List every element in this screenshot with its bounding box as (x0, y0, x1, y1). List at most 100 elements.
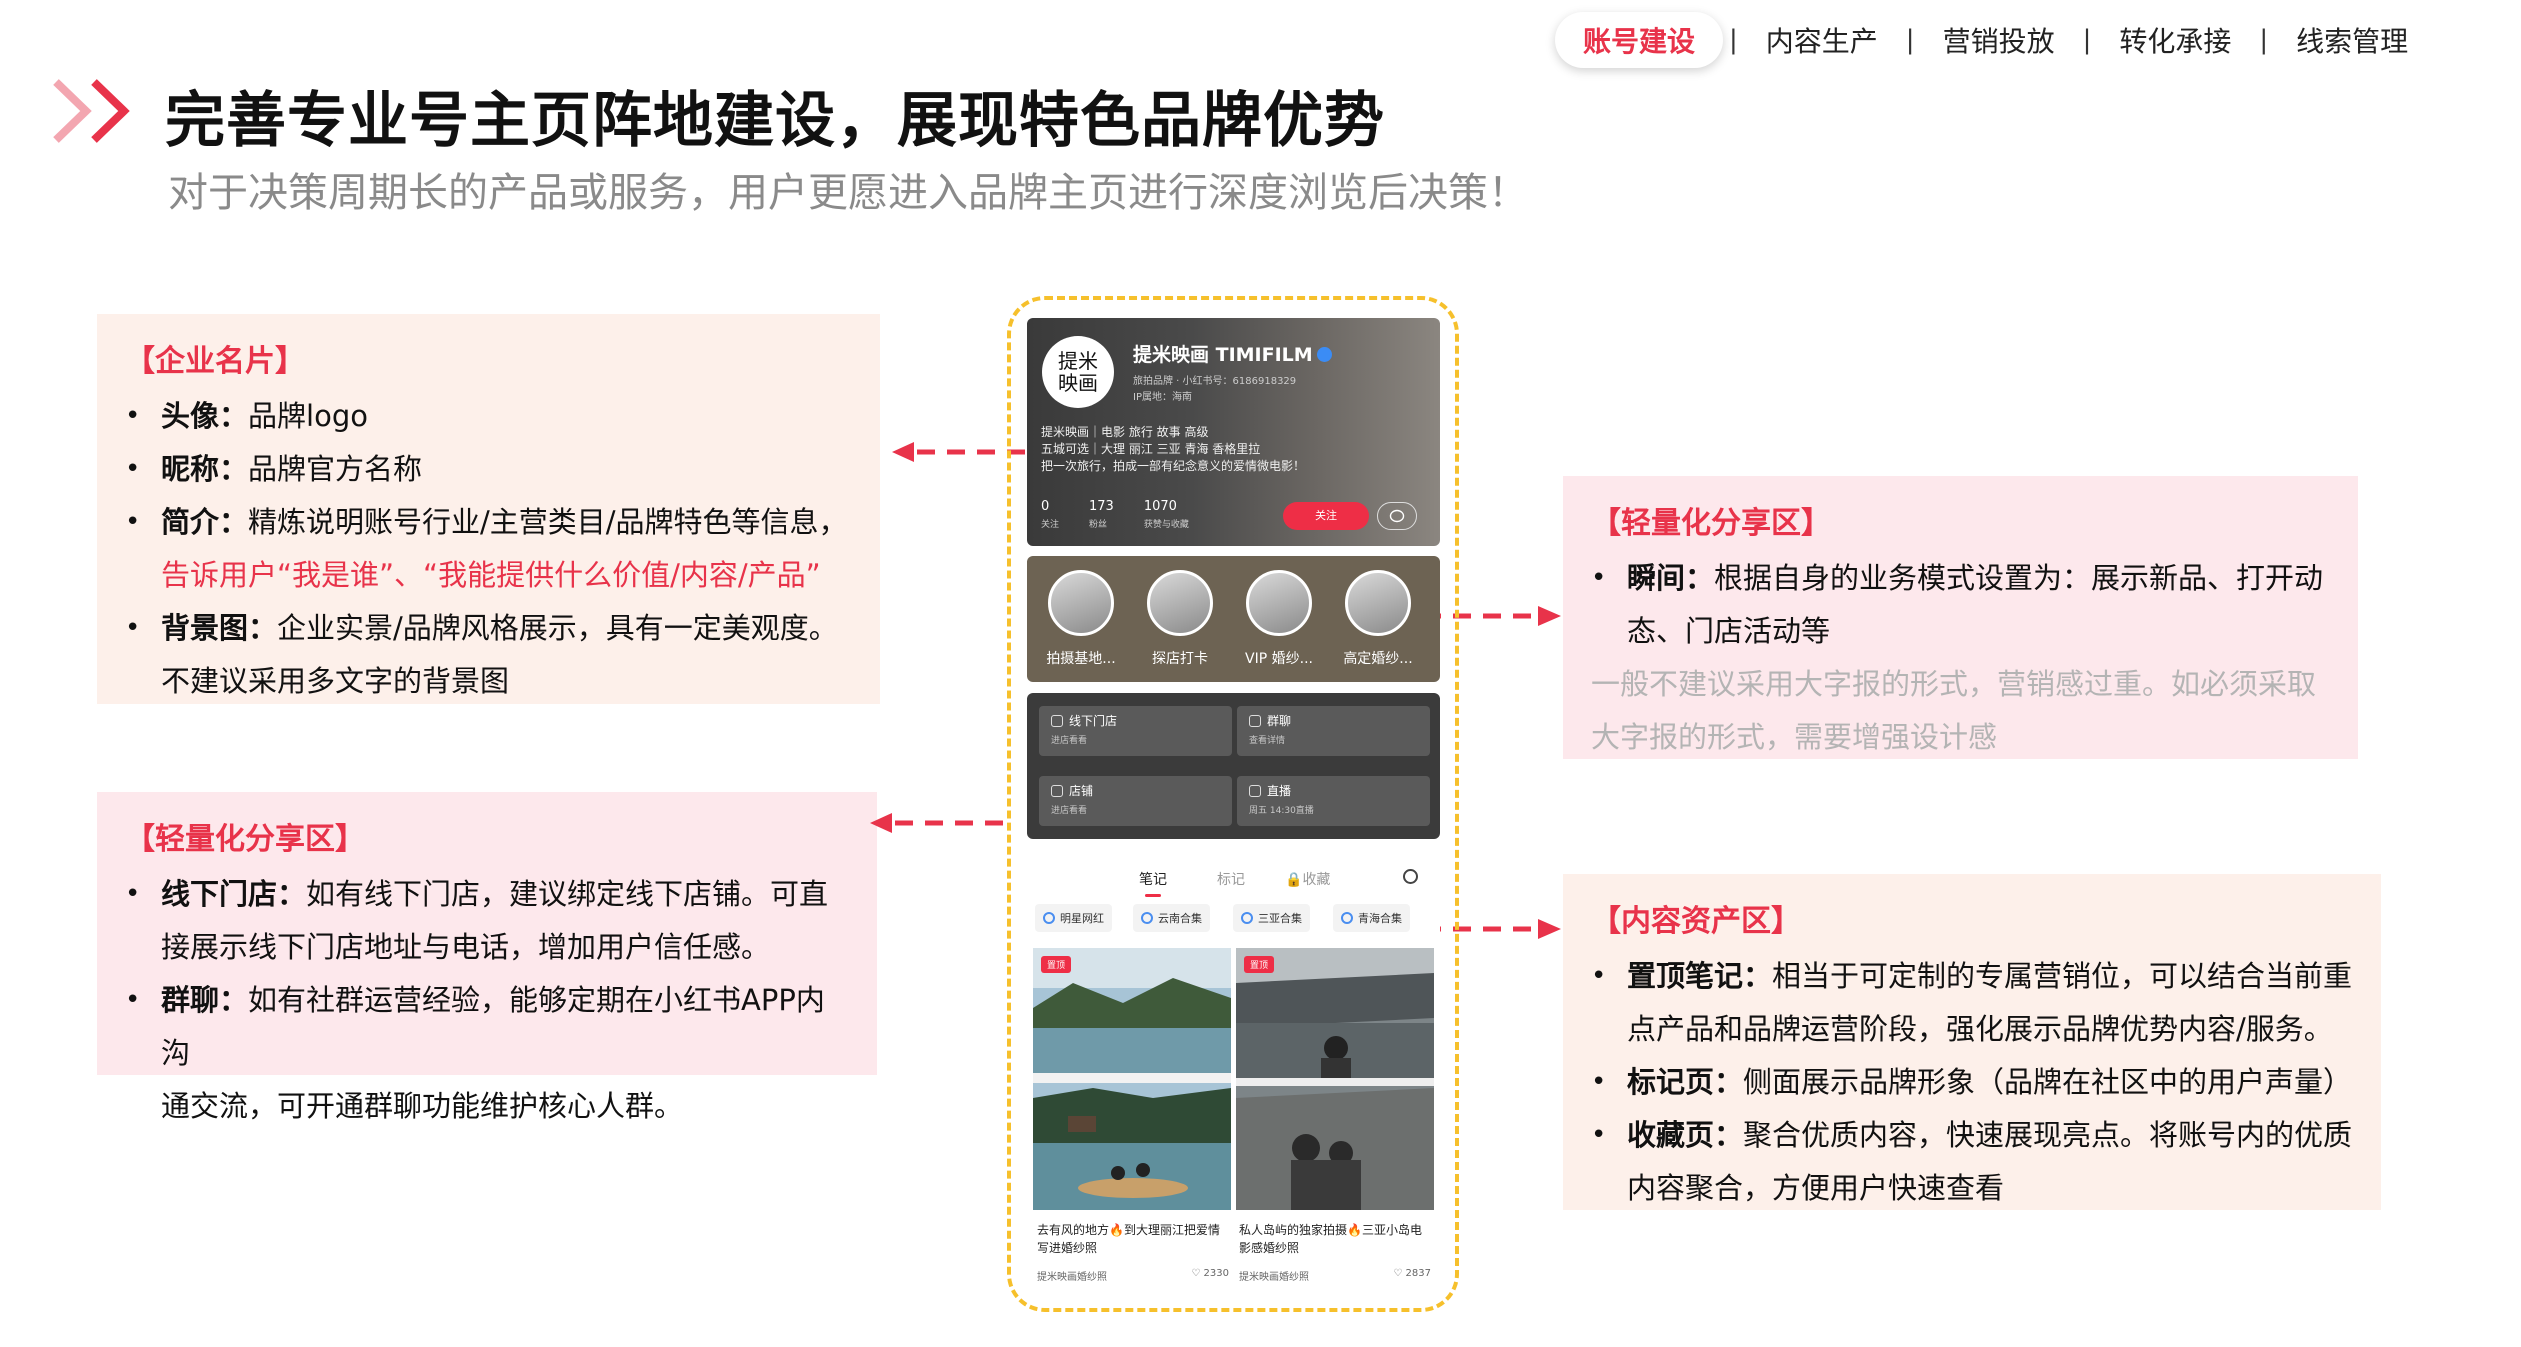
note-author[interactable]: 提米映画婚纱照 (1037, 1268, 1107, 1283)
moment-item[interactable]: 探店打卡 (1134, 570, 1226, 668)
collection-chip[interactable]: 青海合集 (1333, 904, 1410, 932)
tab-tagged[interactable]: 标记 (1217, 869, 1245, 889)
avatar[interactable]: 提米 映画 (1042, 336, 1114, 408)
stat-value: 1070 (1143, 499, 1177, 514)
bullet-icon: • (125, 507, 141, 537)
dashed-arrow-left-icon (870, 813, 1003, 833)
chip-label: 云南合集 (1158, 912, 1202, 925)
nav-tab-content[interactable]: 内容生产 (1744, 20, 1900, 60)
list-item: • 线下门店：如有线下门店，建议绑定线下店铺。可直 接展示线下门店地址与电话，增加… (125, 868, 849, 974)
item-text-cont: 通交流，可开通群聊功能维护核心人群。 (161, 1089, 684, 1123)
item-key: 收藏页： (1627, 1118, 1744, 1152)
pinned-badge: 置顶 (1244, 956, 1275, 973)
nav-separator: | (2082, 25, 2092, 55)
item-text-cont: 不建议采用多文字的背景图 (161, 664, 510, 698)
enterprise-card-box: 【企业名片】 • 头像：品牌logo • 昵称：品牌官方名称 • 简介：精炼说明… (97, 314, 880, 704)
stat-following[interactable]: 0 关注 (1041, 499, 1059, 530)
note-likes[interactable]: ♡ 2330 (1191, 1268, 1229, 1283)
notes-section: 笔记 标记 🔒收藏 明星网红 云南合集 三亚合集 青海合集 置顶 去有风的地方🔥… (1027, 853, 1440, 1293)
shop-icon (1051, 784, 1063, 797)
item-text-cont: 接展示线下门店地址与电话，增加用户信任感。 (161, 930, 771, 964)
tab-notes[interactable]: 笔记 (1139, 869, 1167, 897)
service-group-chat[interactable]: 群聊查看详情 (1237, 706, 1430, 756)
follow-button[interactable]: 关注 (1283, 502, 1369, 530)
search-icon[interactable] (1403, 869, 1418, 884)
moment-thumbnail (1345, 570, 1411, 636)
bullet-icon: • (125, 879, 141, 909)
double-chevron-icon (53, 79, 130, 143)
moment-item[interactable]: 拍摄基地... (1035, 570, 1127, 668)
collection-chip[interactable]: 云南合集 (1133, 904, 1210, 932)
note-title[interactable]: 私人岛屿的独家拍摄🔥三亚小岛电影感婚纱照 (1239, 1221, 1431, 1257)
bullet-icon: • (125, 985, 141, 1015)
chip-label: 青海合集 (1358, 912, 1402, 925)
box-heading: 【内容资产区】 (1591, 904, 1801, 939)
lock-icon: 🔒 (1285, 872, 1303, 888)
item-text: 品牌logo (248, 399, 368, 433)
share-zone-left-box: 【轻量化分享区】 • 线下门店：如有线下门店，建议绑定线下店铺。可直 接展示线下门… (97, 792, 877, 1123)
stat-value: 0 (1041, 499, 1050, 514)
stat-followers[interactable]: 173 粉丝 (1089, 499, 1114, 530)
note-title[interactable]: 去有风的地方🔥到大理丽江把爱情写进婚纱照 (1037, 1221, 1229, 1257)
collection-icon (1043, 912, 1055, 924)
collection-chip[interactable]: 三亚合集 (1233, 904, 1310, 932)
bio-line: 把一次旅行，拍成一部有纪念意义的爱情微电影！ (1041, 459, 1306, 473)
item-key: 背景图： (161, 611, 278, 645)
stat-label: 获赞与收藏 (1143, 520, 1189, 530)
item-key: 简介： (161, 505, 249, 539)
bullet-icon: • (1591, 1067, 1607, 1097)
note-text: 一般不建议采用大字报的形式，营销感过重。如必须采取 (1591, 667, 2317, 701)
nav-tab-account[interactable]: 账号建设 (1555, 12, 1724, 68)
service-store[interactable]: 线下门店 进店看看 (1039, 706, 1232, 756)
item-text-cont: 点产品和品牌运营阶段，强化展示品牌优势内容/服务。 (1627, 1012, 2333, 1046)
nav-tab-conversion[interactable]: 转化承接 (2097, 20, 2253, 60)
bullet-icon: • (1591, 1120, 1607, 1150)
note-footer: 提米映画婚纱照 ♡ 2837 (1239, 1268, 1431, 1283)
moment-label: VIP 婚纱... (1245, 651, 1313, 667)
like-count: 2330 (1203, 1268, 1229, 1279)
like-count: 2837 (1405, 1268, 1431, 1279)
list-item: • 标记页：侧面展示品牌形象（品牌在社区中的用户声量） (1591, 1056, 2353, 1109)
note-card-image[interactable]: 置顶 (1236, 948, 1434, 1210)
bio-line: 提米映画｜电影 旅行 故事 高级 (1041, 425, 1209, 439)
note-author[interactable]: 提米映画婚纱照 (1239, 1268, 1309, 1283)
profile-name-text: 提米映画 TIMIFILM (1133, 344, 1313, 366)
item-key: 标记页： (1627, 1065, 1744, 1099)
list-item: • 昵称：品牌官方名称 (125, 443, 852, 496)
tab-collections[interactable]: 🔒收藏 (1285, 869, 1330, 889)
item-text: 聚合优质内容，快速展现亮点。将账号内的优质 (1743, 1118, 2353, 1152)
nav-tab-leads[interactable]: 线索管理 (2274, 20, 2430, 60)
note-card-image[interactable]: 置顶 (1033, 948, 1231, 1210)
item-key: 昵称： (161, 452, 249, 486)
service-live[interactable]: 直播 周五 14:30直播 (1237, 776, 1430, 826)
chat-bubble-icon (1389, 509, 1405, 523)
item-text: 侧面展示品牌形象（品牌在社区中的用户声量） (1743, 1065, 2353, 1099)
moment-item[interactable]: 高定婚纱... (1332, 570, 1424, 668)
page-title: 完善专业号主页阵地建设，展现特色品牌优势 (165, 86, 1385, 156)
nav-tab-marketing[interactable]: 营销投放 (1921, 20, 2077, 60)
item-text: 如有社群运营经验，能够定期在小红书APP内沟 (161, 983, 825, 1070)
list-item: • 背景图：企业实景/品牌风格展示，具有一定美观度。 不建议采用多文字的背景图 (125, 602, 852, 708)
service-title: 群聊 (1267, 714, 1292, 728)
list-item: • 置顶笔记：相当于可定制的专属营销位，可以结合当前重 点产品和品牌运营阶段，强化… (1591, 950, 2353, 1056)
service-shop[interactable]: 店铺 进店看看 (1039, 776, 1232, 826)
item-text: 精炼说明账号行业/主营类目/品牌特色等信息， (248, 505, 848, 539)
item-key: 头像： (161, 399, 249, 433)
collection-chip[interactable]: 明星网红 (1035, 904, 1112, 932)
stat-label: 关注 (1041, 520, 1060, 530)
location-icon (1051, 714, 1063, 727)
list-item: • 群聊：如有社群运营经验，能够定期在小红书APP内沟 通交流，可开通群聊功能维护… (125, 974, 849, 1133)
profile-location: IP属地：海南 (1133, 392, 1192, 403)
group-icon (1249, 714, 1261, 727)
item-text-cont: 内容聚合，方便用户快速查看 (1627, 1171, 2005, 1205)
service-title: 线下门店 (1069, 714, 1118, 728)
note-likes[interactable]: ♡ 2837 (1393, 1268, 1431, 1283)
message-button[interactable] (1377, 502, 1417, 530)
notes-tabs: 笔记 标记 🔒收藏 (1027, 869, 1440, 897)
moment-item[interactable]: VIP 婚纱... (1233, 570, 1325, 668)
stat-likes[interactable]: 1070 获赞与收藏 (1144, 499, 1189, 530)
list-item: • 头像：品牌logo (125, 390, 852, 443)
heart-icon: ♡ (1393, 1268, 1403, 1279)
item-text: 如有线下门店，建议绑定线下店铺。可直 (306, 877, 829, 911)
service-sub: 查看详情 (1249, 736, 1286, 746)
